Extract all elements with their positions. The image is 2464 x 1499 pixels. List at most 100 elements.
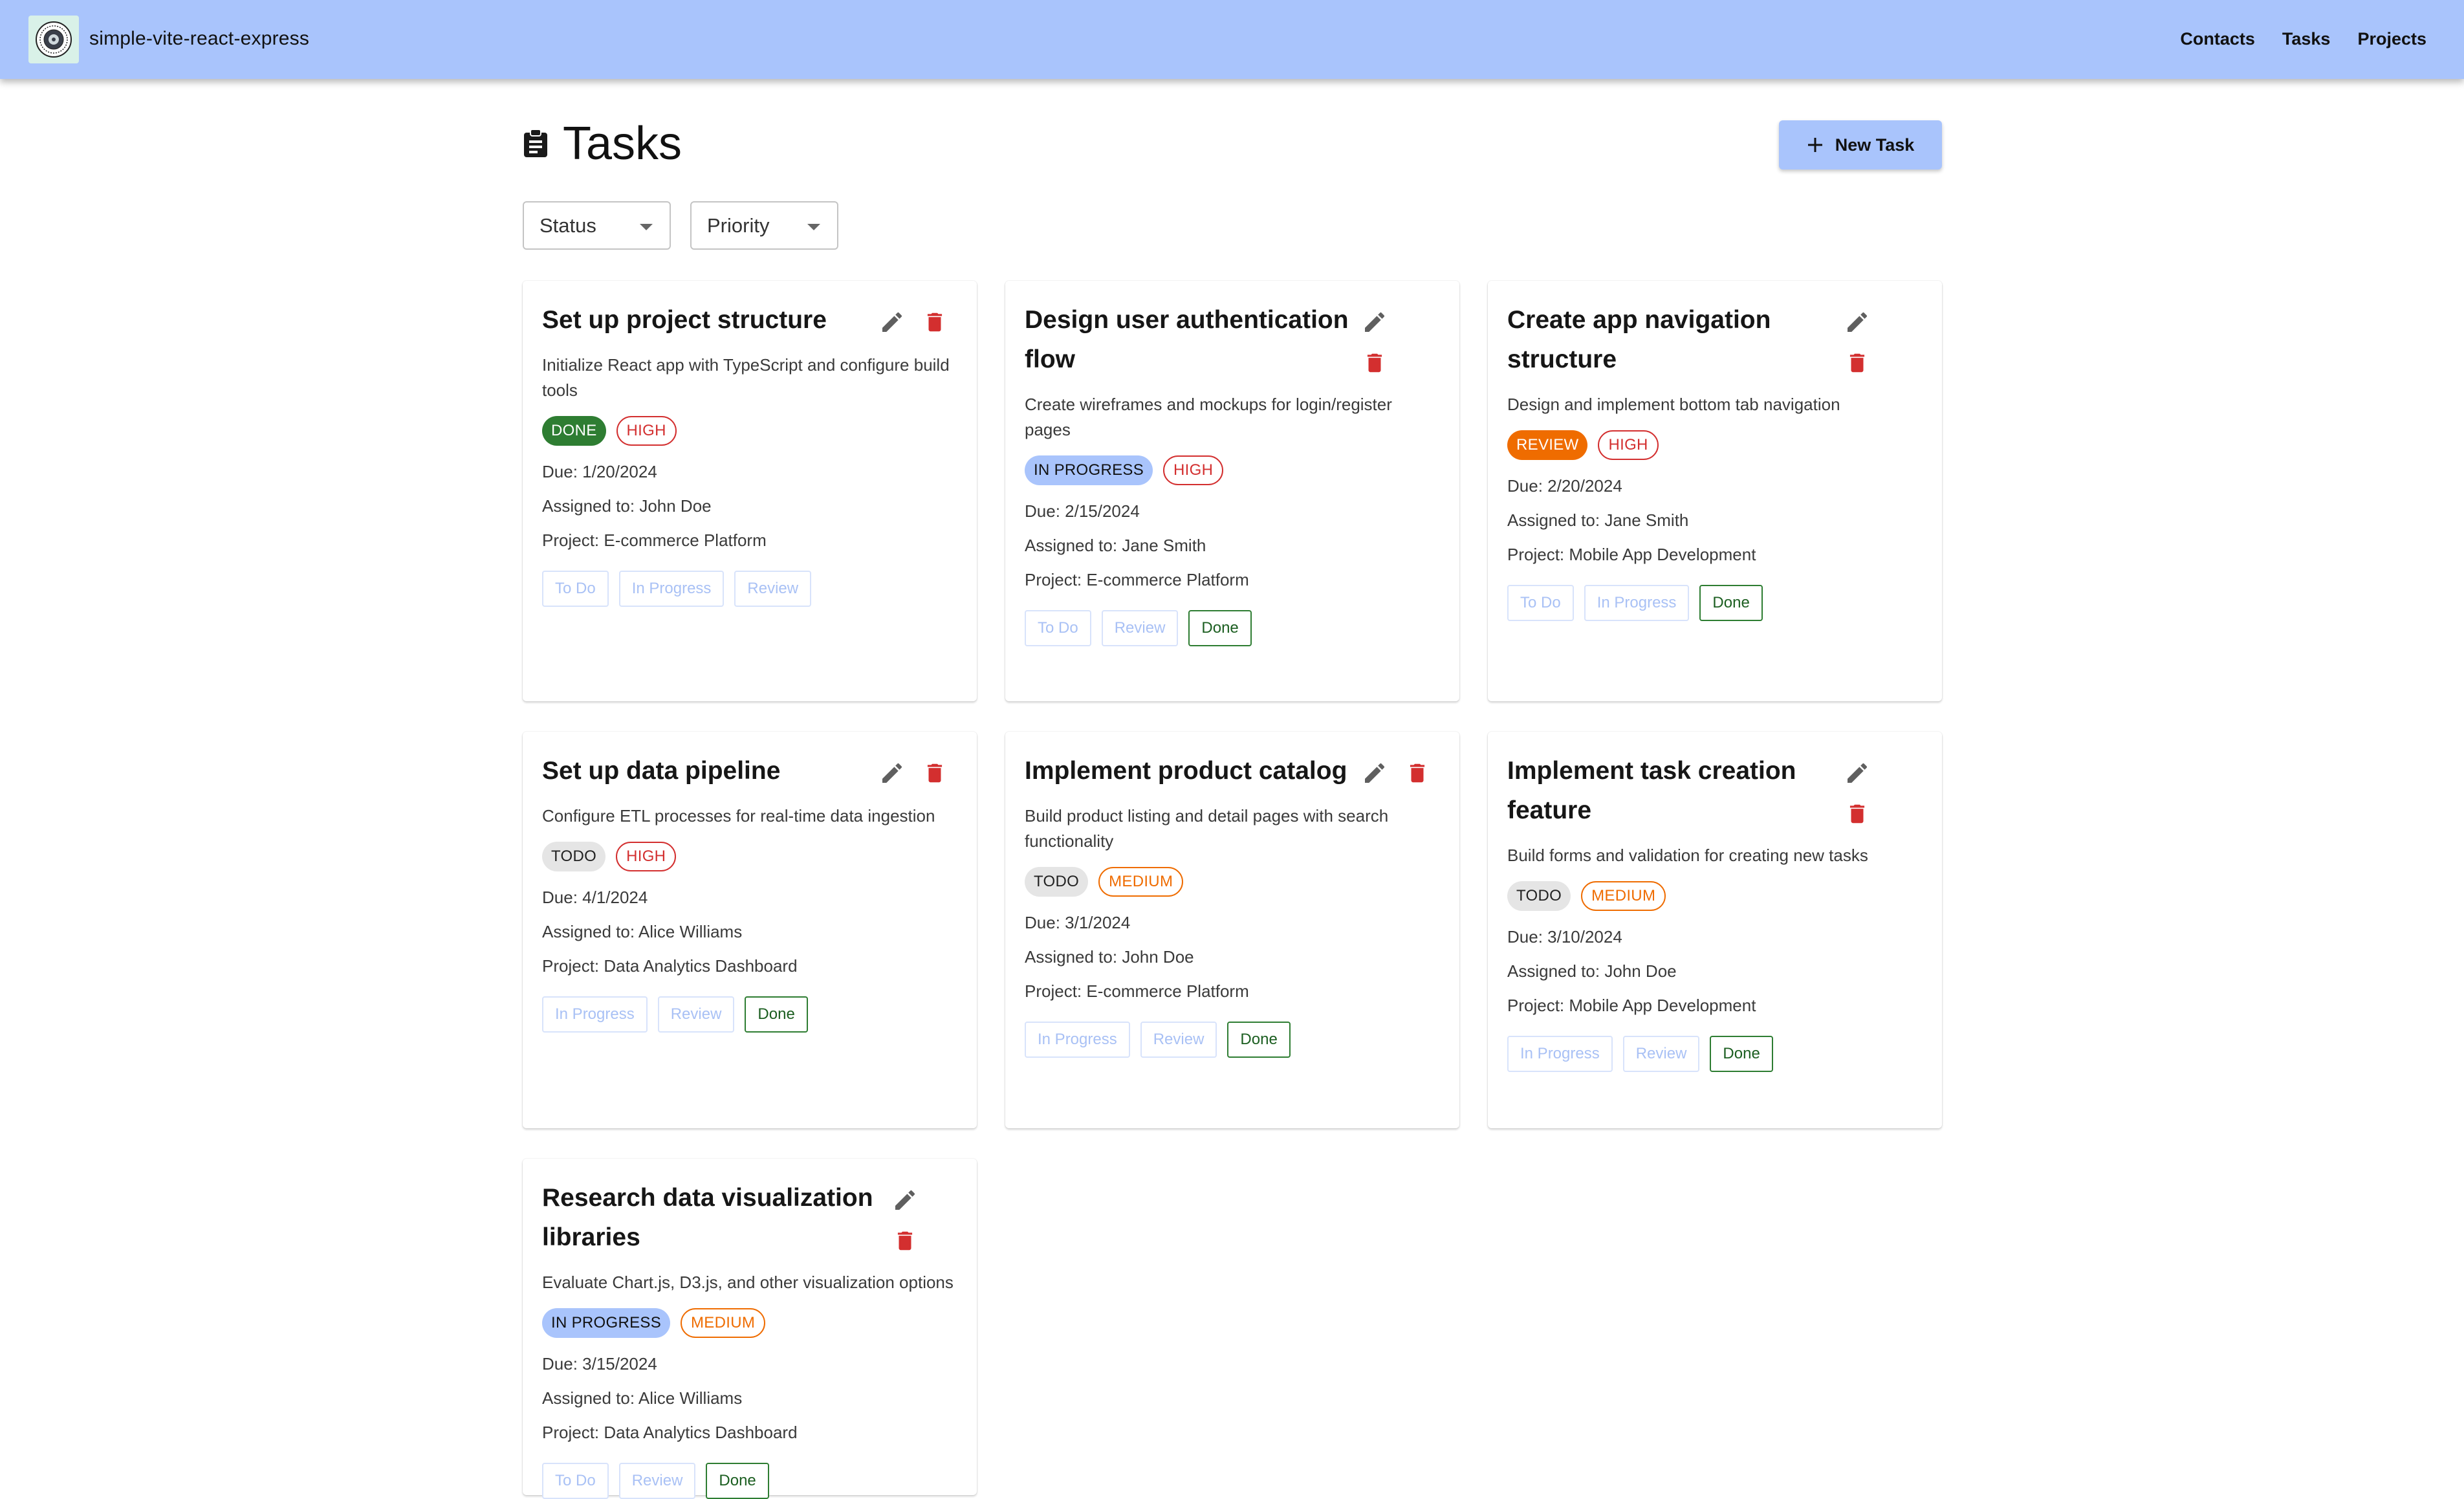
move-to-review-button[interactable]: Review: [618, 1463, 696, 1499]
project-name: Project: E-commerce Platform: [542, 531, 767, 550]
nav-projects[interactable]: Projects: [2357, 26, 2426, 52]
plus-icon: [1807, 138, 1822, 152]
priority-badge: HIGH: [616, 842, 677, 871]
task-title: Implement product catalog: [1025, 757, 1347, 785]
due-date: Due: 2/20/2024: [1507, 476, 1622, 496]
project-name: Project: Mobile App Development: [1507, 545, 1756, 564]
move-to-review-button[interactable]: Review: [1140, 1022, 1217, 1058]
trash-icon: [1367, 353, 1382, 373]
due-date: Due: 3/15/2024: [542, 1354, 657, 1373]
move-to-in-progress-button[interactable]: In Progress: [618, 571, 725, 607]
task-card: Implement task creation feature Build fo…: [1488, 732, 1942, 1128]
task-description: Build product listing and detail pages w…: [1025, 806, 1389, 851]
priority-badge: MEDIUM: [1098, 867, 1184, 897]
due-date: Due: 2/15/2024: [1025, 501, 1140, 521]
move-to-done-button[interactable]: Done: [1188, 610, 1252, 646]
move-to-done-button[interactable]: Done: [745, 996, 808, 1033]
edit-button[interactable]: [889, 1185, 921, 1216]
new-task-button[interactable]: New Task: [1779, 120, 1942, 170]
move-to-review-button[interactable]: Review: [1101, 610, 1179, 646]
move-to-review-button[interactable]: Review: [657, 996, 735, 1033]
delete-button[interactable]: [1402, 758, 1433, 789]
chevron-down-icon: [640, 224, 653, 230]
pencil-icon: [882, 763, 902, 783]
pencil-icon: [1848, 312, 1868, 332]
page-title: Tasks: [563, 118, 682, 170]
status-badge: TODO: [1025, 867, 1089, 897]
task-description: Create wireframes and mockups for login/…: [1025, 395, 1392, 439]
status-badge: IN PROGRESS: [1025, 455, 1153, 485]
delete-button[interactable]: [919, 758, 950, 789]
task-title: Research data visualization libraries: [542, 1184, 873, 1251]
project-name: Project: Data Analytics Dashboard: [542, 956, 798, 976]
app-title[interactable]: simple-vite-react-express: [89, 26, 309, 52]
nav-tasks[interactable]: Tasks: [2282, 26, 2331, 52]
pencil-icon: [882, 312, 902, 332]
edit-button[interactable]: [1842, 307, 1873, 338]
assignee: Assigned to: Alice Williams: [542, 922, 743, 941]
edit-button[interactable]: [877, 307, 908, 338]
trash-icon: [1849, 804, 1865, 824]
move-to-in-progress-button[interactable]: In Progress: [542, 996, 648, 1033]
edit-button[interactable]: [1842, 758, 1873, 789]
task-description: Configure ETL processes for real-time da…: [542, 806, 935, 826]
move-to-in-progress-button[interactable]: In Progress: [1584, 585, 1690, 621]
move-to-review-button[interactable]: Review: [734, 571, 812, 607]
delete-button[interactable]: [1842, 798, 1873, 829]
delete-button[interactable]: [1359, 347, 1390, 378]
project-name: Project: E-commerce Platform: [1025, 570, 1249, 589]
edit-button[interactable]: [1359, 307, 1390, 338]
edit-button[interactable]: [1359, 758, 1390, 789]
task-description: Build forms and validation for creating …: [1507, 846, 1868, 865]
move-to-todo-button[interactable]: To Do: [542, 1463, 609, 1499]
app-bar: simple-vite-react-express Contacts Tasks…: [0, 0, 2464, 79]
task-title: Set up data pipeline: [542, 757, 781, 785]
pencil-icon: [1365, 763, 1385, 783]
priority-filter-label: Priority: [707, 213, 770, 237]
page-heading: Tasks: [523, 118, 682, 170]
new-task-label: New Task: [1835, 135, 1915, 155]
move-to-done-button[interactable]: Done: [706, 1463, 769, 1499]
move-to-in-progress-button[interactable]: In Progress: [1025, 1022, 1130, 1058]
nav-contacts[interactable]: Contacts: [2180, 26, 2255, 52]
task-title: Implement task creation feature: [1507, 757, 1796, 824]
move-to-todo-button[interactable]: To Do: [1507, 585, 1574, 621]
pencil-icon: [895, 1190, 915, 1210]
move-to-review-button[interactable]: Review: [1622, 1036, 1700, 1072]
move-to-todo-button[interactable]: To Do: [542, 571, 609, 607]
task-card: Research data visualization libraries Ev…: [523, 1159, 977, 1499]
status-badge: REVIEW: [1507, 430, 1588, 460]
trash-icon: [897, 1231, 913, 1251]
task-card: Design user authentication flow Create w…: [1005, 281, 1459, 701]
move-to-done-button[interactable]: Done: [1699, 585, 1763, 621]
task-title: Set up project structure: [542, 306, 827, 334]
task-card: Create app navigation structure Design a…: [1488, 281, 1942, 701]
trash-icon: [927, 312, 943, 332]
priority-filter-select[interactable]: Priority: [690, 201, 838, 250]
move-to-done-button[interactable]: Done: [1710, 1036, 1773, 1072]
priority-badge: HIGH: [616, 416, 677, 446]
priority-badge: MEDIUM: [1581, 881, 1666, 911]
due-date: Due: 1/20/2024: [542, 462, 657, 481]
task-description: Initialize React app with TypeScript and…: [542, 355, 950, 400]
chevron-down-icon: [807, 224, 820, 230]
delete-button[interactable]: [1842, 347, 1873, 378]
assignee: Assigned to: Alice Williams: [542, 1388, 743, 1408]
project-name: Project: Mobile App Development: [1507, 996, 1756, 1015]
due-date: Due: 4/1/2024: [542, 888, 648, 907]
move-to-in-progress-button[interactable]: In Progress: [1507, 1036, 1613, 1072]
pencil-icon: [1365, 312, 1385, 332]
delete-button[interactable]: [889, 1225, 921, 1256]
status-filter-select[interactable]: Status: [523, 201, 671, 250]
assignee: Assigned to: John Doe: [542, 496, 712, 516]
pencil-icon: [1848, 763, 1868, 783]
delete-button[interactable]: [919, 307, 950, 338]
trash-icon: [1410, 763, 1425, 783]
assignee: Assigned to: John Doe: [1507, 961, 1677, 981]
move-to-done-button[interactable]: Done: [1227, 1022, 1291, 1058]
move-to-todo-button[interactable]: To Do: [1025, 610, 1091, 646]
seal-logo-icon: [36, 21, 72, 58]
edit-button[interactable]: [877, 758, 908, 789]
app-logo[interactable]: [28, 16, 79, 63]
status-badge: TODO: [542, 842, 606, 871]
